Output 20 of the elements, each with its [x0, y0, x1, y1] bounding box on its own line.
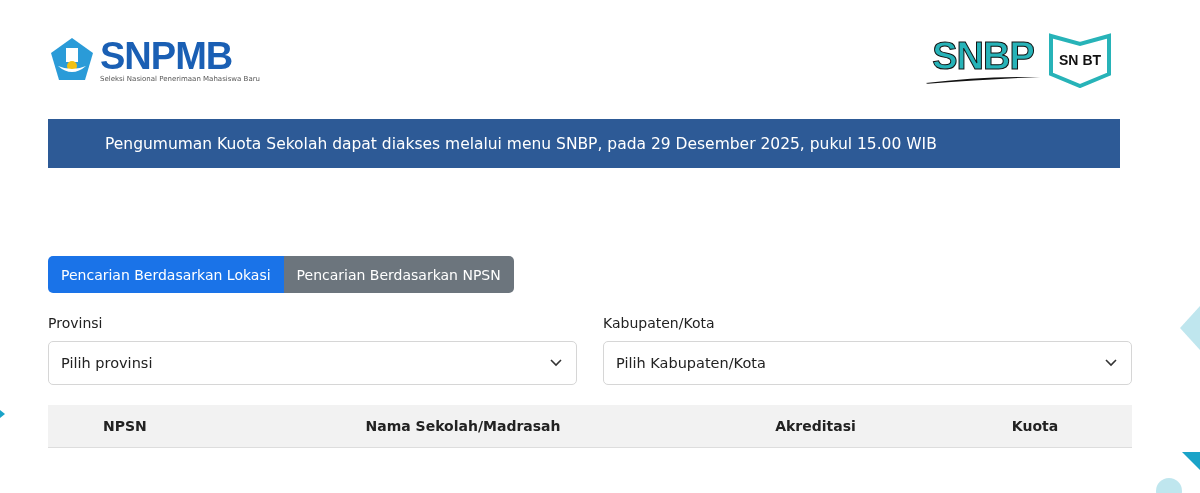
- field-label: Kabupaten/Kota: [603, 315, 716, 331]
- circle-decoration: [1156, 478, 1182, 493]
- arrow-decoration: [0, 410, 5, 418]
- column-header: Kuota: [1011, 418, 1059, 434]
- column-header: NPSN: [103, 418, 147, 434]
- snbp-logo: SNBP: [924, 34, 1042, 86]
- logo-text: SNPMB: [100, 37, 233, 75]
- dropdown-field[interactable]: Pilih Kabupaten/Kota: [603, 341, 1132, 385]
- column-header: Akreditasi: [775, 418, 856, 434]
- announcement-text: Pengumuman Kuota Sekolah dapat diakses melalui menu SNBP, pada 29 Desember 2025, pukul 15.00 WIB: [105, 134, 937, 153]
- column-header: Nama Sekolah/Madrasah: [365, 418, 561, 434]
- search-tab[interactable]: Pencarian Berdasarkan Lokasi: [48, 256, 284, 293]
- chevron-down-icon: [550, 359, 562, 367]
- triangle-decoration: [1182, 452, 1200, 470]
- dropdown-field[interactable]: Pilih provinsi: [48, 341, 577, 385]
- chevron-down-icon: [1105, 359, 1117, 367]
- search-tab[interactable]: Pencarian Berdasarkan NPSN: [283, 256, 514, 293]
- diamond-decoration: [1180, 306, 1200, 350]
- snbt-logo: SN BT: [1048, 32, 1112, 88]
- field-label: Provinsi: [48, 315, 104, 331]
